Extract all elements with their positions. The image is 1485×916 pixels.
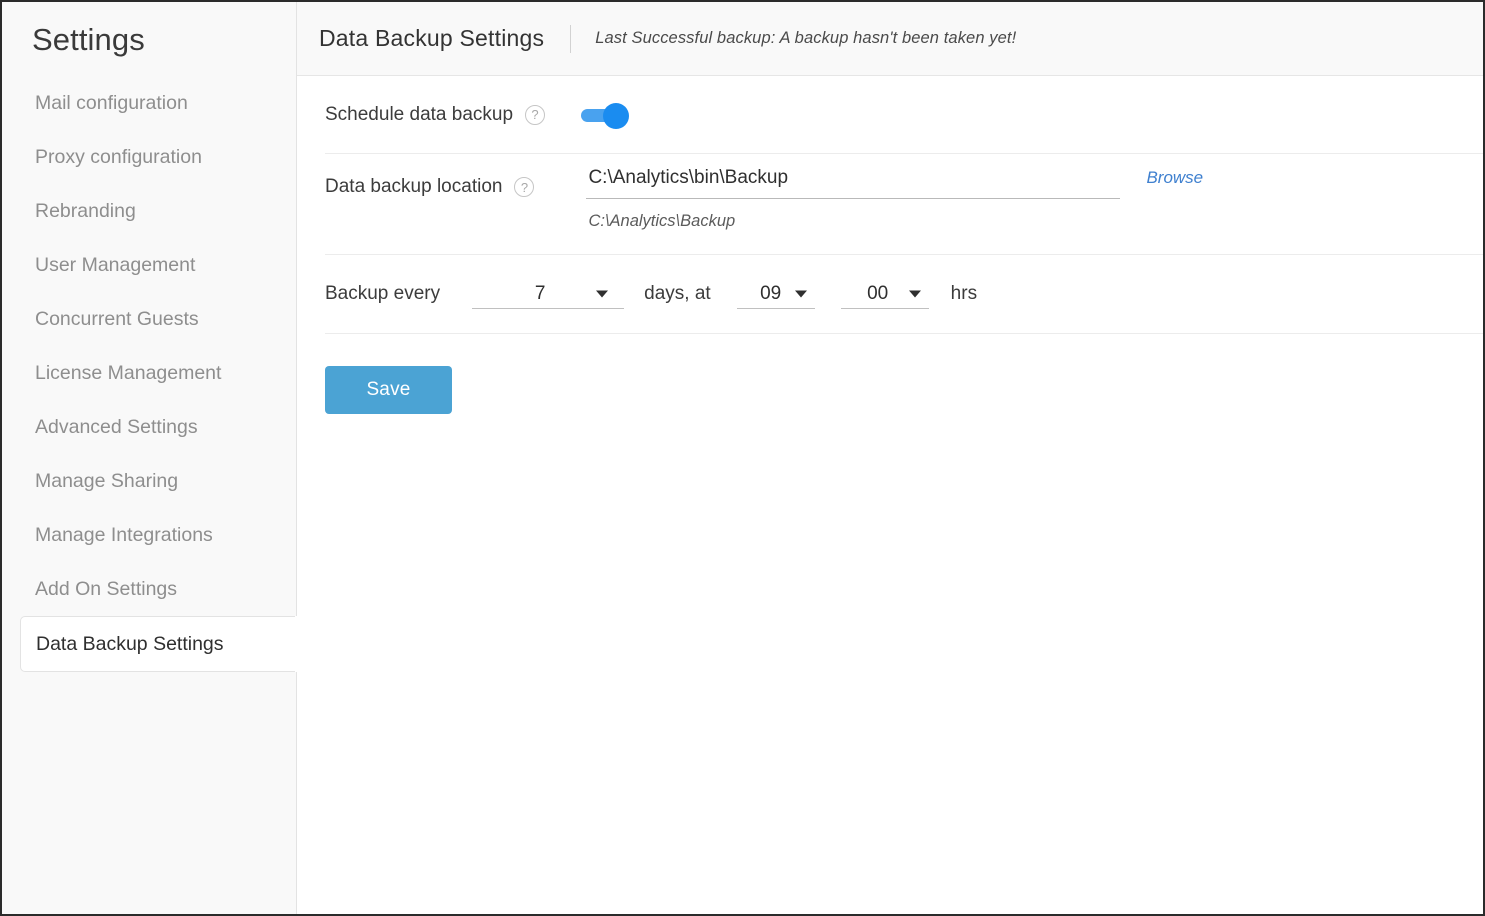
backup-location-row: Data backup location ? C:\Analytics\Back… xyxy=(325,154,1483,255)
sidebar-item-user-management[interactable]: User Management xyxy=(2,238,296,292)
sidebar-item-license-management[interactable]: License Management xyxy=(2,346,296,400)
backup-frequency-controls: 7 days, at 09 00 hrs xyxy=(472,279,977,309)
chevron-down-icon xyxy=(596,290,608,297)
schedule-backup-label-group: Schedule data backup ? xyxy=(325,104,545,126)
sidebar-item-label: License Management xyxy=(35,362,221,385)
sidebar-item-label: Data Backup Settings xyxy=(36,633,224,656)
sidebar-item-proxy-configuration[interactable]: Proxy configuration xyxy=(2,130,296,184)
backup-days-value: 7 xyxy=(535,284,546,303)
sidebar-nav: Mail configuration Proxy configuration R… xyxy=(2,76,296,672)
sidebar-item-label: Manage Integrations xyxy=(35,524,213,547)
form-actions: Save xyxy=(325,334,1483,414)
backup-settings-form: Schedule data backup ? Data backup locat… xyxy=(297,76,1483,914)
backup-location-label-group: Data backup location ? xyxy=(325,166,534,198)
sidebar-item-label: Concurrent Guests xyxy=(35,308,199,331)
backup-location-input-column: C:\Analytics\Backup xyxy=(586,166,1120,231)
settings-window: Settings Mail configuration Proxy config… xyxy=(0,0,1485,916)
sidebar-item-manage-sharing[interactable]: Manage Sharing xyxy=(2,454,296,508)
sidebar-item-label: Add On Settings xyxy=(35,578,177,601)
sidebar-item-concurrent-guests[interactable]: Concurrent Guests xyxy=(2,292,296,346)
last-backup-status: Last Successful backup: A backup hasn't … xyxy=(595,29,1016,48)
chevron-down-icon xyxy=(795,290,807,297)
sidebar-title: Settings xyxy=(2,2,296,60)
sidebar-item-manage-integrations[interactable]: Manage Integrations xyxy=(2,508,296,562)
backup-location-input[interactable] xyxy=(586,166,1120,199)
chevron-down-icon xyxy=(909,290,921,297)
backup-frequency-row: Backup every 7 days, at 09 00 xyxy=(325,255,1483,334)
question-mark-icon[interactable]: ? xyxy=(525,105,545,125)
page-header: Data Backup Settings Last Successful bac… xyxy=(297,2,1483,76)
page-title: Data Backup Settings xyxy=(319,25,544,52)
settings-sidebar: Settings Mail configuration Proxy config… xyxy=(2,2,297,914)
main-content: Data Backup Settings Last Successful bac… xyxy=(297,2,1483,914)
hrs-unit-text: hrs xyxy=(951,283,977,305)
schedule-backup-row: Schedule data backup ? xyxy=(325,76,1483,154)
sidebar-item-label: Proxy configuration xyxy=(35,146,202,169)
browse-link[interactable]: Browse xyxy=(1146,168,1203,188)
sidebar-item-data-backup-settings[interactable]: Data Backup Settings xyxy=(20,616,296,672)
backup-minute-dropdown[interactable]: 00 xyxy=(841,279,929,309)
backup-location-hint: C:\Analytics\Backup xyxy=(586,212,1120,231)
backup-minute-value: 00 xyxy=(867,284,888,303)
question-mark-icon[interactable]: ? xyxy=(514,177,534,197)
backup-days-dropdown[interactable]: 7 xyxy=(472,279,624,309)
backup-hour-dropdown[interactable]: 09 xyxy=(737,279,815,309)
sidebar-item-label: Advanced Settings xyxy=(35,416,198,439)
sidebar-item-label: Rebranding xyxy=(35,200,136,223)
backup-location-label: Data backup location xyxy=(325,176,502,198)
sidebar-item-label: Mail configuration xyxy=(35,92,188,115)
save-button[interactable]: Save xyxy=(325,366,452,414)
backup-every-label: Backup every xyxy=(325,283,440,305)
sidebar-item-mail-configuration[interactable]: Mail configuration xyxy=(2,76,296,130)
schedule-backup-toggle[interactable] xyxy=(581,101,645,129)
backup-hour-value: 09 xyxy=(760,284,781,303)
sidebar-item-label: User Management xyxy=(35,254,195,277)
header-divider xyxy=(570,25,571,53)
backup-location-controls: C:\Analytics\Backup Browse xyxy=(586,166,1483,231)
sidebar-item-add-on-settings[interactable]: Add On Settings xyxy=(2,562,296,616)
schedule-backup-label: Schedule data backup xyxy=(325,104,513,126)
sidebar-item-rebranding[interactable]: Rebranding xyxy=(2,184,296,238)
sidebar-item-label: Manage Sharing xyxy=(35,470,178,493)
days-at-text: days, at xyxy=(644,283,711,305)
toggle-knob xyxy=(603,103,629,129)
sidebar-item-advanced-settings[interactable]: Advanced Settings xyxy=(2,400,296,454)
